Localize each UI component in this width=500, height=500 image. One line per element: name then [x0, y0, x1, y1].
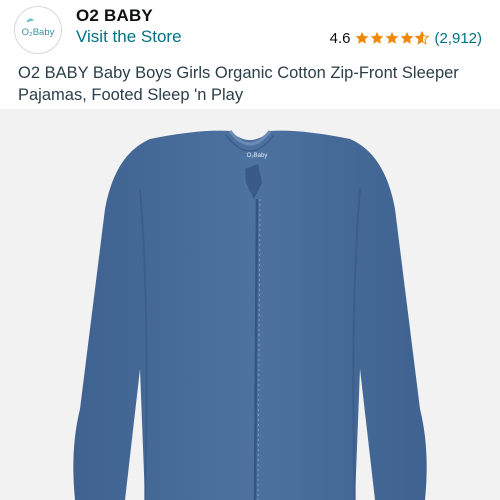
product-image[interactable]: O₂Baby — [0, 109, 500, 500]
product-title[interactable]: O2 BABY Baby Boys Girls Organic Cotton Z… — [18, 62, 488, 106]
brand-name: O2 BABY — [76, 6, 153, 25]
brand-logo[interactable]: O₂Baby — [14, 6, 62, 54]
rating-summary[interactable]: 4.6 (2,912) — [330, 28, 482, 48]
review-count-link[interactable]: (2,912) — [434, 30, 482, 47]
star-icon — [356, 31, 369, 44]
star-icon — [386, 31, 399, 44]
brand-header: O₂Baby O2 BABY Visit the Store 4.6 (2,91… — [0, 0, 500, 56]
garment-label-text: O₂Baby — [247, 153, 268, 159]
visit-store-link[interactable]: Visit the Store — [76, 27, 182, 47]
star-icon — [401, 31, 414, 44]
star-rating — [355, 31, 430, 45]
star-half-icon — [415, 31, 430, 45]
star-icon — [371, 31, 384, 44]
brand-logo-text: O₂Baby — [22, 27, 55, 38]
rating-value: 4.6 — [329, 29, 351, 47]
sleeper-pajama-image: O₂Baby — [73, 130, 427, 500]
brand-logo-image: O₂Baby — [22, 18, 55, 38]
